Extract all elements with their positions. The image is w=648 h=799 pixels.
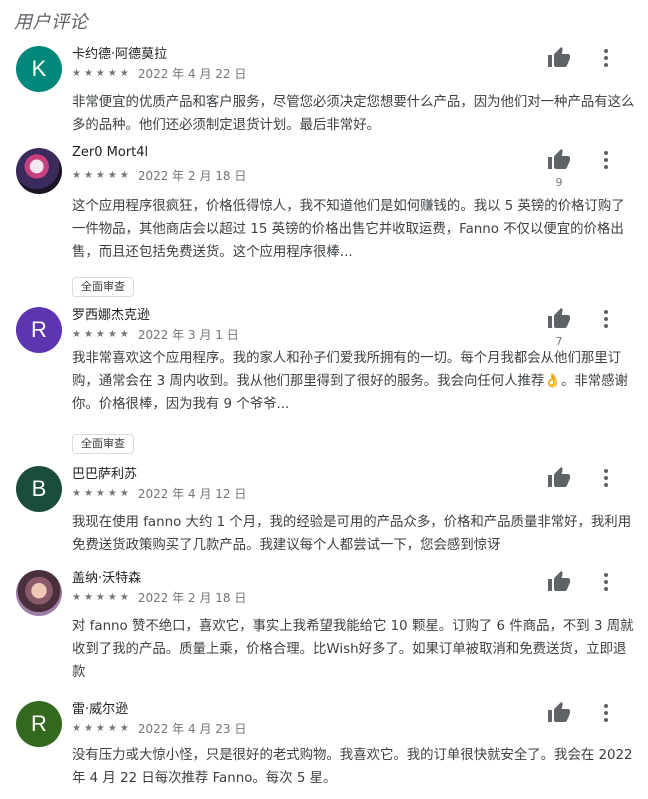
reviewer-name: 雷·威尔逊 [72, 702, 129, 717]
review-meta: ★★★★★ 2022 年 2 月 18 日 [72, 167, 246, 184]
review-text: 没有压力或大惊小怪，只是很好的老式购物。我喜欢它。我的订单很快就安全了。我会在 … [72, 748, 633, 786]
review-date: 2022 年 2 月 18 日 [137, 169, 247, 183]
reviewer-name: 卡约德·阿德莫拉 [72, 47, 168, 62]
avatar[interactable]: B [16, 466, 62, 512]
star-rating: ★★★★★ [72, 723, 132, 734]
section-title: 用户评论 [14, 12, 88, 33]
thumbs-up-icon[interactable] [546, 466, 572, 490]
avatar[interactable]: R [16, 307, 62, 353]
reviewer-name: 盖纳·沃特森 [72, 571, 142, 586]
more-options-icon[interactable] [598, 46, 614, 70]
more-options-icon[interactable] [598, 701, 614, 725]
star-rating: ★★★★★ [72, 329, 132, 340]
likes-count: 9 [555, 176, 563, 189]
review-text: 我现在使用 fanno 大约 1 个月，我的经验是可用的产品众多，价格和产品质量… [72, 515, 632, 553]
review-meta: ★★★★★ 2022 年 2 月 18 日 [72, 589, 246, 606]
more-options-icon[interactable] [598, 570, 614, 594]
reviewer-name: Zer0 Mort4l [72, 145, 149, 160]
review-text: 我非常喜欢这个应用程序。我的家人和孙子们爱我所拥有的一切。每个月我都会从他们那里… [72, 351, 628, 412]
reviewer-name: 巴巴萨利苏 [72, 467, 138, 482]
thumbs-up-icon[interactable] [546, 307, 572, 331]
thumbs-up-icon[interactable] [546, 570, 572, 594]
avatar[interactable] [16, 148, 62, 194]
review-meta: ★★★★★ 2022 年 4 月 22 日 [72, 65, 246, 82]
more-options-icon[interactable] [598, 148, 614, 172]
full-review-button[interactable]: 全面审查 [72, 277, 134, 297]
review-date: 2022 年 4 月 23 日 [137, 722, 247, 736]
full-review-button[interactable]: 全面审查 [72, 434, 134, 454]
review-meta: ★★★★★ 2022 年 4 月 23 日 [72, 720, 246, 737]
reviewer-name: 罗西娜杰克逊 [72, 308, 151, 323]
review-text: 对 fanno 赞不绝口，喜欢它，事实上我希望我能给它 10 颗星。订购了 6 … [72, 619, 634, 680]
review-meta: ★★★★★ 2022 年 3 月 1 日 [72, 326, 239, 343]
more-options-icon[interactable] [598, 307, 614, 331]
review-date: 2022 年 2 月 18 日 [137, 591, 247, 605]
more-options-icon[interactable] [598, 466, 614, 490]
star-rating: ★★★★★ [72, 488, 132, 499]
review-date: 2022 年 4 月 12 日 [137, 487, 247, 501]
star-rating: ★★★★★ [72, 170, 132, 181]
star-rating: ★★★★★ [72, 592, 132, 603]
review-date: 2022 年 3 月 1 日 [137, 328, 239, 342]
avatar[interactable]: K [16, 46, 62, 92]
review-text: 非常便宜的优质产品和客户服务，尽管您必须决定您想要什么产品，因为他们对一种产品有… [72, 95, 635, 133]
thumbs-up-icon[interactable] [546, 148, 572, 172]
review-date: 2022 年 4 月 22 日 [137, 67, 247, 81]
thumbs-up-icon[interactable] [546, 701, 572, 725]
avatar[interactable] [16, 570, 62, 616]
review-text: 这个应用程序很疯狂，价格低得惊人，我不知道他们是如何赚钱的。我以 5 英镑的价格… [72, 199, 625, 260]
review-meta: ★★★★★ 2022 年 4 月 12 日 [72, 485, 246, 502]
thumbs-up-icon[interactable] [546, 46, 572, 70]
avatar[interactable]: R [16, 701, 62, 747]
star-rating: ★★★★★ [72, 68, 132, 79]
